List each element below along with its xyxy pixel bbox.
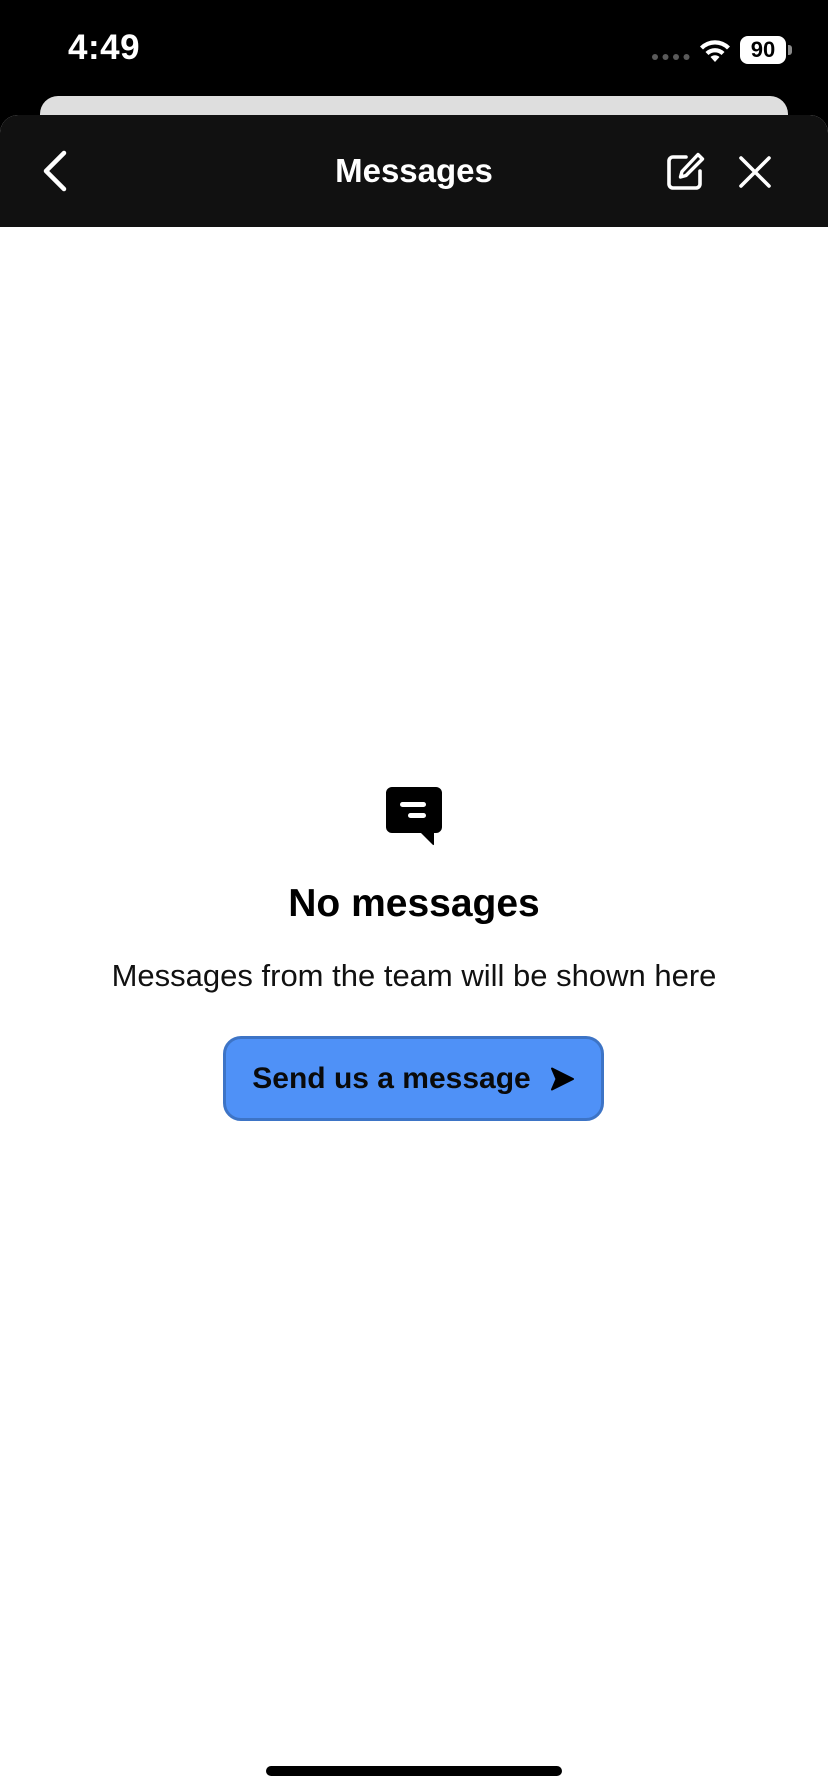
battery-icon: 90 [740, 36, 792, 64]
sheet-header: Messages [0, 115, 828, 227]
send-message-button[interactable]: Send us a message [223, 1036, 604, 1121]
battery-level: 90 [740, 36, 786, 64]
chevron-left-icon [43, 150, 67, 192]
send-arrow-icon [550, 1067, 574, 1090]
compose-icon [667, 152, 705, 190]
page-title: Messages [335, 152, 493, 189]
chat-bubble-icon [386, 787, 442, 846]
battery-cap [788, 45, 792, 55]
empty-state: No messages Messages from the team will … [0, 785, 828, 995]
status-time: 4:49 [68, 28, 141, 67]
compose-button[interactable] [660, 147, 710, 197]
close-button[interactable] [730, 147, 780, 197]
wifi-icon [700, 40, 730, 62]
close-icon [739, 156, 771, 188]
signal-dots-icon [652, 54, 690, 60]
send-message-label: Send us a message [252, 1061, 531, 1095]
home-indicator [266, 1766, 562, 1776]
messages-sheet: Messages No messages Messages from the t… [0, 115, 828, 1792]
status-bar: 4:49 90 [0, 0, 828, 96]
back-button[interactable] [30, 146, 80, 196]
empty-state-title: No messages [288, 882, 540, 925]
empty-state-subtitle: Messages from the team will be shown her… [111, 958, 717, 993]
